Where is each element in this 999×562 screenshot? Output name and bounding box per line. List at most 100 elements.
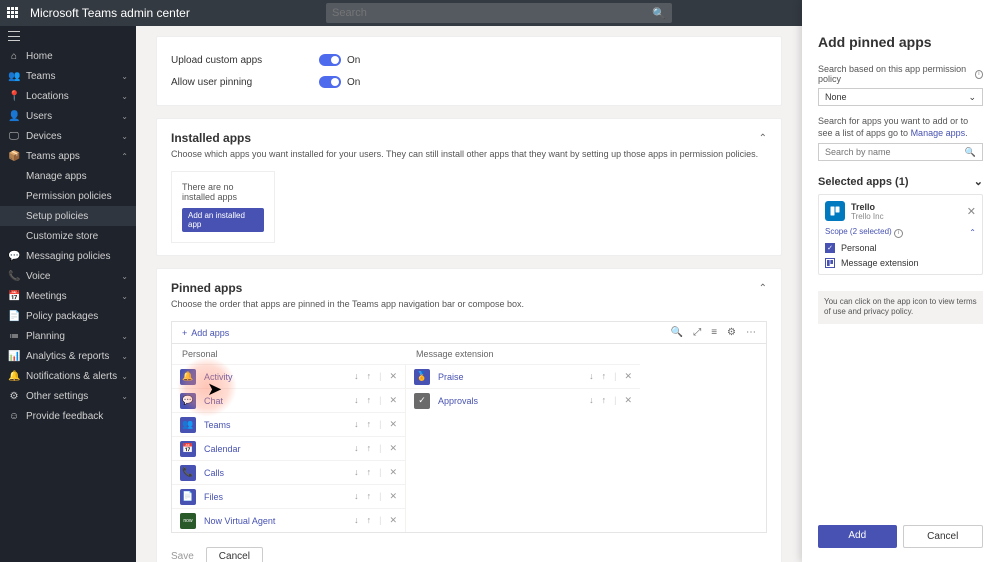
cancel-button[interactable]: Cancel [206, 547, 263, 562]
move-up-icon[interactable]: ↑ [367, 371, 372, 382]
sidebar-item-other-settings[interactable]: ⚙Other settings⌄ [0, 386, 136, 406]
sidebar-item-home[interactable]: ⌂Home [0, 46, 136, 66]
sidebar-item-notifications-alerts[interactable]: 🔔Notifications & alerts⌄ [0, 366, 136, 386]
sidebar-item-policy-packages[interactable]: 📄Policy packages [0, 306, 136, 326]
expand-icon[interactable]: ⤢ [693, 327, 701, 338]
info-icon[interactable]: i [894, 229, 903, 238]
remove-icon[interactable]: ✕ [389, 491, 397, 502]
selected-app-card: Trello Trello Inc ✕ Scope (2 selected) i… [818, 194, 983, 275]
sidebar-item-users[interactable]: 👤Users⌄ [0, 106, 136, 126]
remove-app-icon[interactable]: ✕ [967, 205, 976, 218]
sidebar-item-meetings[interactable]: 📅Meetings⌄ [0, 286, 136, 306]
search-based-label: Search based on this app permission poli… [818, 64, 972, 84]
upload-toggle[interactable] [319, 54, 341, 66]
sidebar-item-voice[interactable]: 📞Voice⌄ [0, 266, 136, 286]
trello-icon[interactable] [825, 201, 845, 221]
remove-icon[interactable]: ✕ [389, 395, 397, 406]
move-down-icon[interactable]: ↓ [354, 491, 359, 502]
remove-icon[interactable]: ✕ [389, 515, 397, 526]
app-icon: 👥 [180, 417, 196, 433]
app-name: Trello [851, 202, 884, 212]
global-search-input[interactable] [326, 7, 672, 19]
pinned-app-row[interactable]: 📄 Files ↓ ↑ | ✕ [172, 484, 405, 508]
sidebar-item-customize-store[interactable]: Customize store [0, 226, 136, 246]
hamburger-icon[interactable] [0, 26, 136, 46]
chevron-icon: ⌄ [121, 112, 128, 121]
remove-icon[interactable]: ✕ [624, 371, 632, 382]
save-button[interactable]: Save [171, 551, 194, 562]
personal-checkbox[interactable]: ✓ [825, 243, 835, 253]
collapse-icon[interactable]: ⌃ [759, 283, 767, 294]
app-search-box[interactable]: 🔍 [818, 143, 983, 161]
add-button[interactable]: Add [818, 525, 897, 548]
move-up-icon[interactable]: ↑ [602, 371, 607, 382]
nav-icon: 🔔 [8, 371, 20, 382]
nav-icon: 🖵 [8, 131, 20, 142]
sidebar-item-locations[interactable]: 📍Locations⌄ [0, 86, 136, 106]
sidebar-item-planning[interactable]: ≔Planning⌄ [0, 326, 136, 346]
chevron-down-icon[interactable]: ⌄ [974, 175, 983, 188]
remove-icon[interactable]: ✕ [389, 443, 397, 454]
sidebar-item-devices[interactable]: 🖵Devices⌄ [0, 126, 136, 146]
sidebar-item-analytics-reports[interactable]: 📊Analytics & reports⌄ [0, 346, 136, 366]
pinned-app-row[interactable]: ✓ Approvals ↓ ↑ | ✕ [406, 388, 640, 412]
column-personal: Personal [182, 349, 416, 359]
sidebar-item-teams[interactable]: 👥Teams⌄ [0, 66, 136, 86]
move-up-icon[interactable]: ↑ [367, 467, 372, 478]
app-name-label: Praise [438, 372, 589, 382]
collapse-icon[interactable]: ⌃ [759, 133, 767, 144]
nav-icon: ⌂ [8, 51, 20, 62]
pinned-app-row[interactable]: 📞 Calls ↓ ↑ | ✕ [172, 460, 405, 484]
move-up-icon[interactable]: ↑ [367, 443, 372, 454]
move-down-icon[interactable]: ↓ [354, 443, 359, 454]
app-name-label: Teams [204, 420, 354, 430]
move-down-icon[interactable]: ↓ [589, 371, 594, 382]
settings-icon[interactable]: ⚙ [727, 327, 736, 338]
list-icon[interactable]: ≡ [711, 327, 717, 338]
pinned-app-row[interactable]: 📅 Calendar ↓ ↑ | ✕ [172, 436, 405, 460]
sidebar-item-setup-policies[interactable]: Setup policies [0, 206, 136, 226]
sidebar-item-manage-apps[interactable]: Manage apps [0, 166, 136, 186]
info-icon[interactable]: i [975, 70, 983, 79]
move-up-icon[interactable]: ↑ [602, 395, 607, 406]
cancel-button[interactable]: Cancel [903, 525, 984, 548]
move-down-icon[interactable]: ↓ [354, 467, 359, 478]
chevron-up-icon[interactable]: ⌃ [969, 228, 976, 237]
move-down-icon[interactable]: ↓ [354, 419, 359, 430]
nav-label: Planning [26, 331, 65, 342]
pin-toggle[interactable] [319, 76, 341, 88]
pinned-app-row[interactable]: now Now Virtual Agent ↓ ↑ | ✕ [172, 508, 405, 532]
add-apps-button[interactable]: +Add apps [182, 328, 229, 338]
search-icon[interactable]: 🔍 [671, 327, 683, 338]
add-installed-app-button[interactable]: Add an installed app [182, 208, 264, 232]
waffle-icon[interactable] [0, 7, 26, 19]
remove-icon[interactable]: ✕ [389, 419, 397, 430]
global-search[interactable]: 🔍 [326, 3, 672, 23]
move-down-icon[interactable]: ↓ [589, 395, 594, 406]
remove-icon[interactable]: ✕ [389, 467, 397, 478]
app-search-input[interactable] [825, 147, 976, 157]
nav-icon: 📦 [8, 151, 20, 162]
move-up-icon[interactable]: ↑ [367, 395, 372, 406]
remove-icon[interactable]: ✕ [389, 371, 397, 382]
sidebar-item-permission-policies[interactable]: Permission policies [0, 186, 136, 206]
permission-policy-dropdown[interactable]: None ⌄ [818, 88, 983, 106]
move-up-icon[interactable]: ↑ [367, 515, 372, 526]
pinned-app-row[interactable]: 🏅 Praise ↓ ↑ | ✕ [406, 364, 640, 388]
installed-empty-text: There are no installed apps [182, 182, 264, 202]
sidebar-item-provide-feedback[interactable]: ☺Provide feedback [0, 406, 136, 426]
move-down-icon[interactable]: ↓ [354, 371, 359, 382]
message-ext-checkbox[interactable] [825, 258, 835, 268]
nav-icon: ⚙ [8, 391, 20, 402]
move-up-icon[interactable]: ↑ [367, 491, 372, 502]
move-down-icon[interactable]: ↓ [354, 515, 359, 526]
manage-apps-link[interactable]: Manage apps [911, 128, 966, 138]
sidebar-item-teams-apps[interactable]: 📦Teams apps⌃ [0, 146, 136, 166]
nav-label: Notifications & alerts [26, 371, 117, 382]
nav-label: Teams apps [26, 151, 80, 162]
sidebar-item-messaging-policies[interactable]: 💬Messaging policies [0, 246, 136, 266]
move-down-icon[interactable]: ↓ [354, 395, 359, 406]
move-up-icon[interactable]: ↑ [367, 419, 372, 430]
remove-icon[interactable]: ✕ [624, 395, 632, 406]
more-icon[interactable]: ⋯ [746, 327, 756, 338]
